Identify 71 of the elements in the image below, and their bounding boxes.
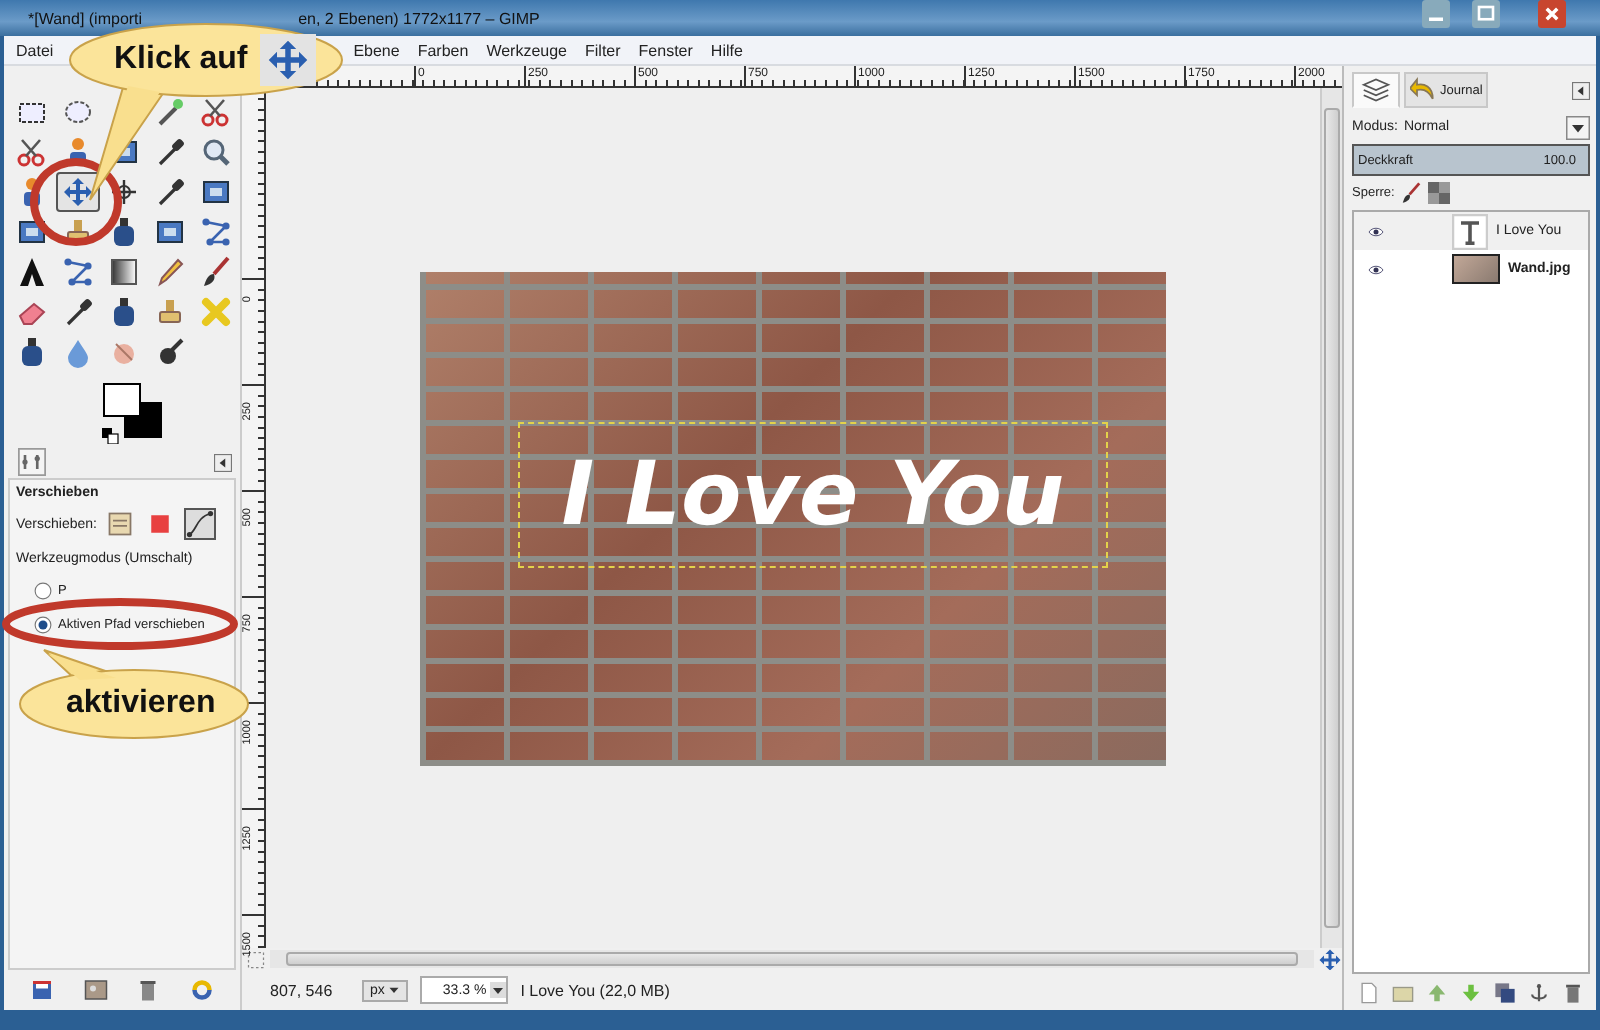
status-message: I Love You (22,0 MB) <box>520 981 670 999</box>
brush-icon[interactable] <box>200 256 232 288</box>
duplicate-icon[interactable] <box>1494 981 1516 1003</box>
save-icon[interactable] <box>30 978 55 1002</box>
vertical-scrollbar[interactable] <box>1320 88 1342 948</box>
square-icon[interactable] <box>154 216 186 248</box>
bottle-icon[interactable] <box>108 216 140 248</box>
pipette-icon[interactable] <box>154 176 186 208</box>
bottle-icon[interactable] <box>108 296 140 328</box>
magnifier-icon[interactable] <box>200 136 232 168</box>
four-arrows-icon[interactable] <box>1318 947 1342 971</box>
picture-icon[interactable] <box>83 978 108 1002</box>
highlight-ring <box>30 158 122 246</box>
nodes-icon[interactable] <box>200 216 232 248</box>
layers-stack-icon <box>1358 76 1394 104</box>
bottle-icon[interactable] <box>16 336 48 368</box>
panel-menu-icon[interactable] <box>214 453 232 471</box>
brush-icon[interactable] <box>1400 181 1423 203</box>
menu-item[interactable]: Farben <box>417 41 469 59</box>
scissors-icon[interactable] <box>200 96 232 128</box>
folder-icon[interactable] <box>1392 981 1414 1003</box>
scrollbar-thumb[interactable] <box>286 952 1298 966</box>
text-layer: I Love You <box>518 421 1108 567</box>
new-page-icon[interactable] <box>1358 981 1380 1003</box>
layer-icon[interactable] <box>104 508 137 540</box>
four-arrows-icon <box>265 38 310 82</box>
four-arrows-icon[interactable] <box>62 176 94 208</box>
tool-options-tab[interactable] <box>16 448 48 476</box>
callout-text: Klick auf <box>114 42 248 78</box>
window-title: *[Wand] (importi <box>28 9 143 27</box>
trash-icon[interactable] <box>136 978 161 1002</box>
eye-icon[interactable] <box>1364 261 1388 277</box>
scrollbar-thumb[interactable] <box>1324 108 1340 928</box>
menu-item[interactable]: Datei <box>16 41 54 59</box>
undo-arrow-icon <box>1410 76 1438 104</box>
scissors-icon[interactable] <box>16 136 48 168</box>
radio-button[interactable] <box>34 582 52 600</box>
anchor-icon[interactable] <box>1528 981 1550 1003</box>
path-icon[interactable] <box>184 508 217 540</box>
checker-icon[interactable] <box>1428 181 1451 203</box>
pipette-icon[interactable] <box>154 136 186 168</box>
horizontal-scrollbar[interactable] <box>270 950 1314 968</box>
nodes-icon[interactable] <box>62 256 94 288</box>
callout-text: aktivieren <box>66 686 216 722</box>
square-icon[interactable] <box>200 176 232 208</box>
menu-item[interactable]: Werkzeuge <box>486 41 568 59</box>
wand-icon[interactable] <box>154 96 186 128</box>
menu-item[interactable]: Fenster <box>638 41 693 59</box>
pointer-coordinates: 807, 546 <box>270 981 335 999</box>
menu-item[interactable]: Hilfe <box>710 41 743 59</box>
gradient-square-icon[interactable] <box>108 256 140 288</box>
caret-icon <box>388 984 401 996</box>
pencil-icon[interactable] <box>154 256 186 288</box>
dodge-icon[interactable] <box>154 336 186 368</box>
square-icon[interactable] <box>16 216 48 248</box>
panel-menu-icon[interactable] <box>1572 81 1590 99</box>
menu-item[interactable]: Ebene <box>353 41 400 59</box>
stamp-icon[interactable] <box>154 296 186 328</box>
window-title: en, 2 Ebenen) 1772x1177 – GIMP <box>298 9 540 27</box>
radio-button[interactable] <box>34 616 52 634</box>
menu-item[interactable]: Filter <box>585 41 621 59</box>
panel-tab[interactable] <box>1352 72 1400 108</box>
pipette-icon[interactable] <box>62 296 94 328</box>
dashed-ellipse-icon[interactable] <box>62 96 94 128</box>
crosshair-icon[interactable] <box>108 176 140 208</box>
refresh-icon[interactable] <box>189 978 214 1002</box>
quick-mask-icon[interactable] <box>246 949 266 969</box>
eye-icon[interactable] <box>1364 223 1388 239</box>
triangle-icon[interactable] <box>16 256 48 288</box>
trash-icon[interactable] <box>1562 981 1584 1003</box>
brick-thumbnail <box>1452 254 1500 284</box>
